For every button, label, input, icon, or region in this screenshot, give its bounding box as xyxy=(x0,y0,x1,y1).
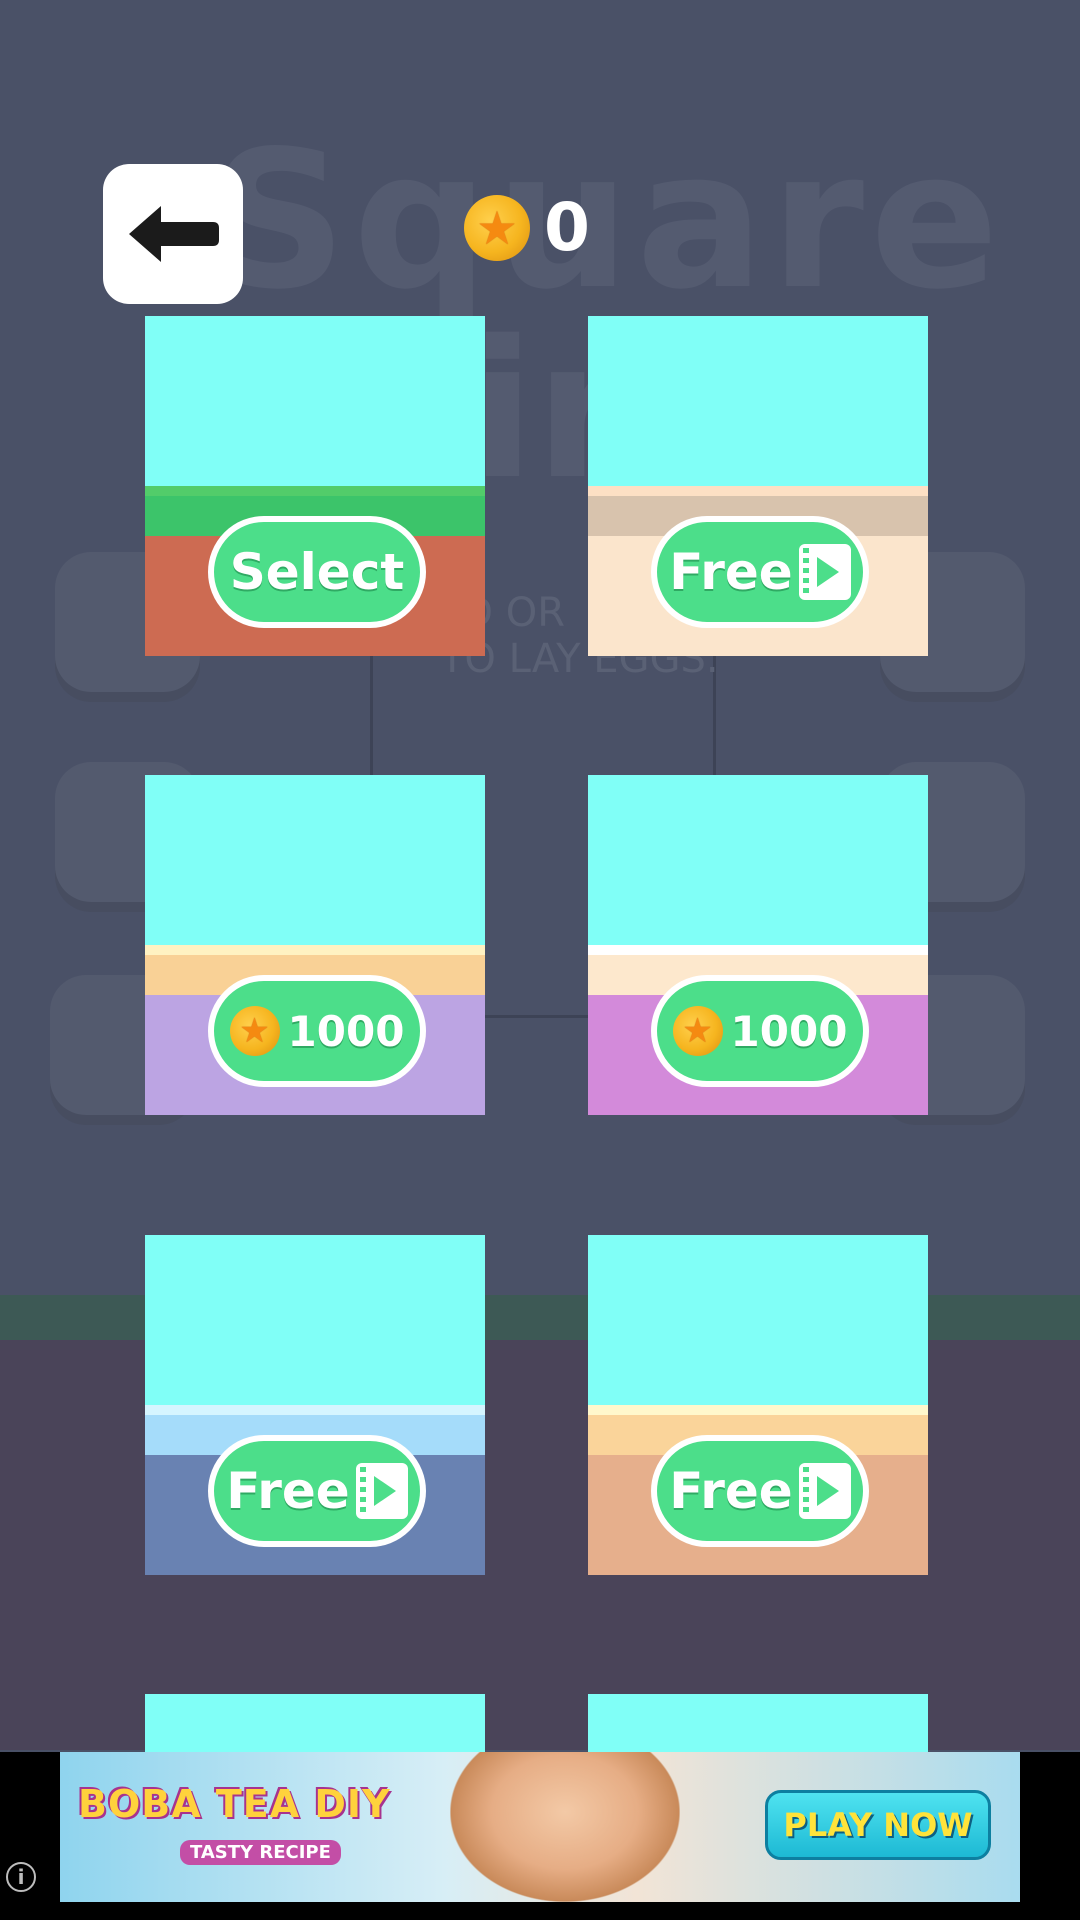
theme-action-label: Free xyxy=(669,543,793,601)
theme-action-label: 1000 xyxy=(730,1006,848,1056)
theme-card[interactable]: Select xyxy=(145,316,485,656)
theme-card[interactable] xyxy=(145,1694,485,1752)
theme-sky xyxy=(145,1694,485,1752)
theme-sky xyxy=(145,775,485,945)
free-video-button[interactable]: Free xyxy=(208,1435,426,1547)
back-button[interactable] xyxy=(103,164,243,304)
background-title: Square xyxy=(210,110,1005,331)
theme-sky xyxy=(588,1694,928,1752)
star-coin-icon: ★ xyxy=(229,1006,280,1056)
theme-action-label: 1000 xyxy=(287,1006,405,1056)
theme-sky xyxy=(588,1235,928,1405)
select-theme-button[interactable]: Select xyxy=(208,516,426,628)
theme-action-label: Free xyxy=(669,1462,793,1520)
video-play-icon xyxy=(798,1463,851,1519)
theme-card[interactable]: ★ 1000 xyxy=(588,775,928,1115)
video-play-icon xyxy=(798,544,851,600)
theme-sky xyxy=(588,316,928,486)
theme-ground-band xyxy=(588,945,928,955)
theme-sky xyxy=(588,775,928,945)
coin-counter: ★ 0 xyxy=(464,195,590,261)
theme-ground-band xyxy=(588,486,928,496)
buy-theme-button[interactable]: ★ 1000 xyxy=(208,975,426,1087)
theme-action-label: Free xyxy=(226,1462,350,1520)
theme-card[interactable]: Free xyxy=(588,316,928,656)
theme-card[interactable]: Free xyxy=(145,1235,485,1575)
star-coin-icon: ★ xyxy=(464,195,530,261)
ad-logo: BOBA TEA DIY xyxy=(78,1782,391,1826)
theme-ground-band xyxy=(145,486,485,496)
theme-sky xyxy=(145,1235,485,1405)
buy-theme-button[interactable]: ★ 1000 xyxy=(651,975,869,1087)
ad-info-icon[interactable]: i xyxy=(6,1862,36,1892)
theme-ground-band xyxy=(145,945,485,955)
theme-sky xyxy=(145,316,485,486)
star-coin-icon: ★ xyxy=(672,1006,723,1056)
ad-subtitle: TASTY RECIPE xyxy=(180,1840,341,1865)
video-play-icon xyxy=(355,1463,408,1519)
theme-card[interactable]: Free xyxy=(588,1235,928,1575)
arrow-left-icon xyxy=(129,206,219,262)
ad-image xyxy=(450,1752,680,1902)
ad-play-now-button[interactable]: PLAY NOW xyxy=(765,1790,991,1860)
theme-ground-band xyxy=(145,1405,485,1415)
theme-ground-band xyxy=(588,1405,928,1415)
free-video-button[interactable]: Free xyxy=(651,516,869,628)
free-video-button[interactable]: Free xyxy=(651,1435,869,1547)
theme-card[interactable] xyxy=(588,1694,928,1752)
theme-card[interactable]: ★ 1000 xyxy=(145,775,485,1115)
theme-action-label: Select xyxy=(229,543,405,601)
coin-count: 0 xyxy=(544,189,590,266)
ad-banner[interactable]: BOBA TEA DIY TASTY RECIPE PLAY NOW xyxy=(60,1752,1020,1902)
